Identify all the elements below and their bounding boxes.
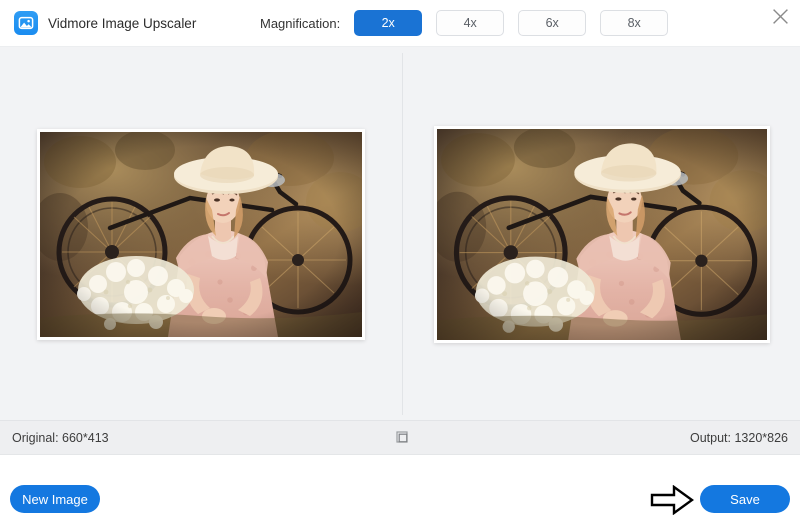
original-photo-frame: [37, 129, 365, 340]
magnification-option-2x[interactable]: 2x: [354, 10, 422, 36]
upscaled-pane: [403, 47, 800, 421]
close-icon[interactable]: [766, 2, 794, 30]
upscaled-photo-frame: [434, 126, 770, 343]
original-size-label: Original: 660*413: [12, 431, 109, 445]
image-upscaler-window: Vidmore Image Upscaler Magnification: 2x…: [0, 0, 800, 518]
magnification-option-8x[interactable]: 8x: [600, 10, 668, 36]
original-preview: [40, 132, 362, 337]
brand: Vidmore Image Upscaler: [14, 11, 196, 35]
app-footer: New Image Save: [0, 455, 800, 518]
save-button[interactable]: Save: [700, 485, 790, 513]
status-bar: Original: 660*413 Output: 1320*826: [0, 420, 800, 455]
magnification-option-4x[interactable]: 4x: [436, 10, 504, 36]
right-arrow-annotation-icon: [650, 485, 694, 515]
image-photo-icon: [14, 11, 38, 35]
app-title: Vidmore Image Upscaler: [48, 16, 196, 31]
compare-square-icon[interactable]: [395, 430, 411, 446]
upscaled-preview: [437, 129, 767, 340]
magnification-option-6x[interactable]: 6x: [518, 10, 586, 36]
original-pane: [0, 47, 402, 421]
new-image-button[interactable]: New Image: [10, 485, 100, 513]
magnification-group: Magnification: 2x 4x 6x 8x: [260, 0, 682, 46]
preview-area: [0, 46, 800, 420]
app-header: Vidmore Image Upscaler Magnification: 2x…: [0, 0, 800, 46]
output-size-label: Output: 1320*826: [690, 431, 788, 445]
magnification-label: Magnification:: [260, 16, 340, 31]
